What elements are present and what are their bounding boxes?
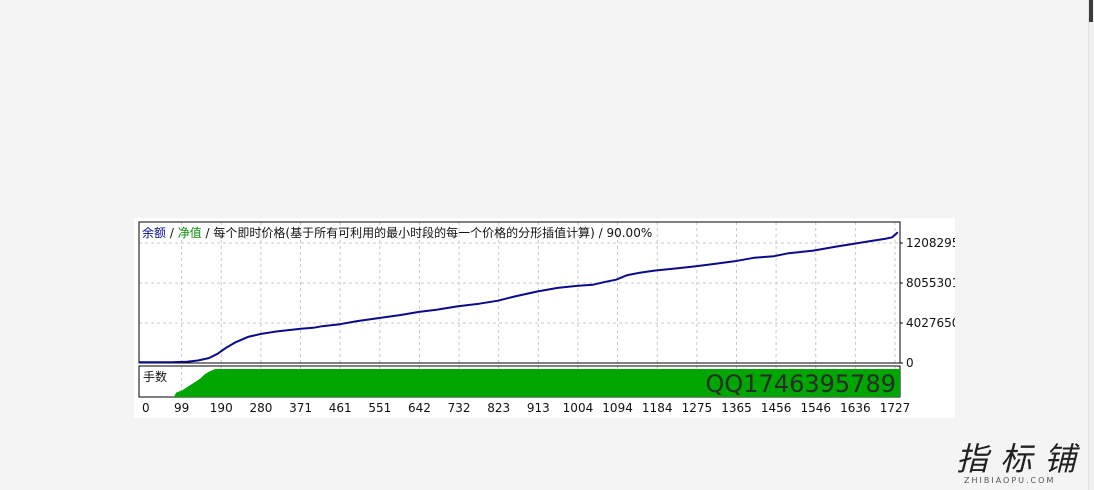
x-tick-label: 0 (142, 401, 150, 415)
x-tick-label: 1365 (721, 401, 752, 415)
scrollbar-thumb[interactable] (1089, 0, 1093, 22)
backtest-report-chart: 1208295 8055301 4027650 0 0 99 190 280 371 461 55… (134, 218, 955, 418)
x-tick-labels: 0 99 190 280 371 461 551 642 732 823 913 1004 1094 11… (142, 401, 910, 415)
y-tick-label: 0 (906, 356, 914, 370)
vertical-scrollbar[interactable] (1088, 0, 1094, 490)
legend-equity: 净值 (178, 225, 202, 240)
legend-sep-3: / (599, 226, 607, 240)
site-watermark-logo: 指标铺 ZHIBIAOPU.COM (956, 440, 1088, 490)
x-tick-label: 190 (210, 401, 233, 415)
overlay-watermark-text: QQ1746395789 (706, 370, 896, 398)
y-tick-labels: 1208295 8055301 4027650 0 (900, 236, 955, 370)
watermark-url: ZHIBIAOPU.COM (964, 476, 1056, 485)
x-tick-label: 1184 (642, 401, 673, 415)
x-tick-label: 461 (329, 401, 352, 415)
balance-series-line (139, 231, 899, 364)
x-tick-label: 732 (448, 401, 471, 415)
volume-panel-label: 手数 (143, 369, 167, 384)
watermark-glyphs: 指标铺 (956, 440, 1089, 478)
x-tick-label: 1636 (840, 401, 871, 415)
x-tick-label: 1275 (682, 401, 713, 415)
legend-sep-1: / (170, 226, 178, 240)
x-tick-label: 371 (289, 401, 312, 415)
x-tick-label: 1546 (800, 401, 831, 415)
x-tick-label: 1727 (880, 401, 911, 415)
x-tick-label: 1004 (563, 401, 594, 415)
x-tick-label: 551 (368, 401, 391, 415)
y-tick-label: 8055301 (906, 276, 955, 290)
x-tick-label: 1456 (761, 401, 792, 415)
legend-sep-2: / (206, 226, 214, 240)
legend-balance: 余额 (142, 225, 166, 240)
legend-quality: 90.00% (606, 226, 652, 240)
x-tick-label: 1094 (602, 401, 633, 415)
x-tick-label: 823 (487, 401, 510, 415)
legend-model: 每个即时价格(基于所有可利用的最小时段的每一个价格的分形插值计算) (213, 225, 594, 240)
series-layer (139, 231, 899, 364)
x-tick-label: 280 (249, 401, 272, 415)
x-tick-label: 99 (174, 401, 189, 415)
x-tick-label: 913 (527, 401, 550, 415)
y-tick-label: 4027650 (906, 316, 955, 330)
chart-legend: 余额 / 净值 / 每个即时价格(基于所有可利用的最小时段的每一个价格的分形插值… (142, 225, 652, 240)
x-tick-label: 642 (408, 401, 431, 415)
main-grid (139, 222, 900, 363)
equity-chart-svg: 1208295 8055301 4027650 0 0 99 190 280 371 461 55… (138, 221, 955, 415)
y-tick-label: 1208295 (906, 236, 955, 250)
